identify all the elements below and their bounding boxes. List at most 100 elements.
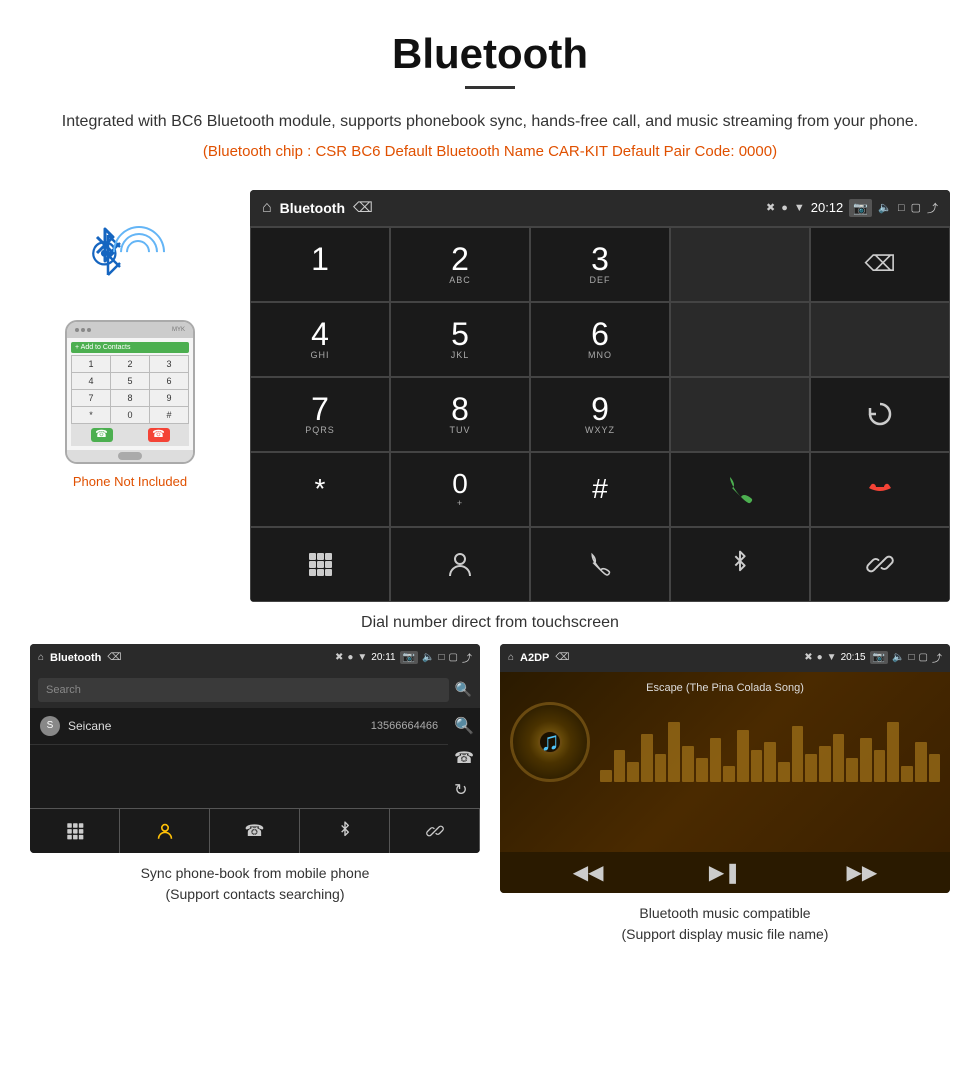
- phone-carrier: MYK: [172, 327, 185, 333]
- prev-track-button[interactable]: ◀◀: [573, 860, 604, 885]
- bottom-icon-link[interactable]: [810, 527, 950, 602]
- music-main-area: ♫: [510, 702, 940, 782]
- empty-1: [670, 227, 810, 302]
- redial-icon: [864, 398, 896, 430]
- phone-side-icon[interactable]: ☎: [454, 748, 474, 768]
- key-end-call[interactable]: [810, 452, 950, 527]
- eq-bar: [764, 742, 776, 782]
- search-side-icon[interactable]: 🔍: [454, 716, 474, 736]
- dot-2: [81, 328, 85, 332]
- music-status-bar: ⌂ A2DP ⌫ ✖ ● ▼ 20:15 📷 🔈 □ ▢ ⤴: [500, 644, 950, 672]
- contacts-bottom-bar: ☎: [30, 808, 480, 853]
- contacts-status-right: ✖ ● ▼ 20:11 📷 🔈 □ ▢ ⤴: [335, 650, 472, 665]
- key-backspace[interactable]: ⌫: [810, 227, 950, 302]
- sub-4: GHI: [310, 350, 329, 360]
- phone-icon: [586, 550, 614, 578]
- home-icon[interactable]: ⌂: [262, 199, 272, 217]
- search-placeholder: Search: [46, 684, 81, 696]
- music-caption-line2: (Support display music file name): [622, 924, 829, 945]
- bottom-icon-contacts[interactable]: [390, 527, 530, 602]
- mini-chain-icon: [426, 822, 444, 840]
- bottom-icon-dialpad[interactable]: [250, 527, 390, 602]
- contact-row-seicane[interactable]: S Seicane 13566664466: [30, 708, 448, 745]
- digit-3: 3: [591, 243, 609, 275]
- mini-link-icon[interactable]: [390, 809, 480, 853]
- digit-9: 9: [591, 393, 609, 425]
- mini-contacts-icon: [156, 822, 174, 840]
- phone-key-4: 4: [72, 373, 110, 389]
- key-5[interactable]: 5 JKL: [390, 302, 530, 377]
- music-home-icon: ⌂: [508, 652, 514, 663]
- car-status-bar: ⌂ Bluetooth ⌫ ✖ ● ▼ 20:12 📷 🔈 □ ▢ ⤴: [250, 190, 950, 226]
- key-1[interactable]: 1 -: [250, 227, 390, 302]
- key-hash[interactable]: #: [530, 452, 670, 527]
- contacts-caption: Sync phone-book from mobile phone (Suppo…: [141, 863, 370, 905]
- eq-bar: [792, 726, 804, 782]
- phone-contacts-bar: + Add to Contacts: [71, 342, 189, 353]
- song-title: Escape (The Pina Colada Song): [646, 682, 804, 694]
- car-status-left: ⌂ Bluetooth ⌫: [262, 199, 373, 217]
- eq-bar: [627, 762, 639, 782]
- sub-8: TUV: [450, 425, 471, 435]
- play-pause-button[interactable]: ▶❚: [709, 860, 741, 885]
- eq-bar: [751, 750, 763, 782]
- contact-name: Seicane: [68, 719, 371, 733]
- key-call[interactable]: [670, 452, 810, 527]
- digit-0: 0: [452, 470, 468, 498]
- mini-bt-bottom-icon[interactable]: [300, 809, 390, 853]
- eq-bar: [929, 754, 941, 782]
- sub-6: MNO: [588, 350, 612, 360]
- car-status-right: ✖ ● ▼ 20:12 📷 🔈 □ ▢ ⤴: [766, 199, 938, 217]
- digit-4: 4: [311, 318, 329, 350]
- contact-number: 13566664466: [371, 720, 438, 732]
- specs-text: (Bluetooth chip : CSR BC6 Default Blueto…: [60, 143, 920, 160]
- search-input-fake[interactable]: Search: [38, 678, 449, 702]
- music-vol-icon: 🔈: [892, 652, 904, 663]
- music-caption: Bluetooth music compatible (Support disp…: [622, 903, 829, 945]
- digit-2: 2: [451, 243, 469, 275]
- music-status-right: ✖ ● ▼ 20:15 📷 🔈 □ ▢ ⤴: [804, 650, 942, 665]
- eq-bar: [655, 754, 667, 782]
- eq-bar: [614, 750, 626, 782]
- key-0[interactable]: 0 +: [390, 452, 530, 527]
- mini-apps-icon[interactable]: [30, 809, 120, 853]
- key-4[interactable]: 4 GHI: [250, 302, 390, 377]
- refresh-side-icon[interactable]: ↻: [454, 780, 474, 800]
- page-title: Bluetooth: [60, 30, 920, 78]
- music-bt-icon: ♫: [540, 726, 560, 757]
- contacts-screenshot: ⌂ Bluetooth ⌫ ✖ ● ▼ 20:11 📷 🔈 □ ▢ ⤴: [30, 644, 480, 945]
- mini-phone-icon[interactable]: ☎: [210, 809, 300, 853]
- eq-bar: [805, 754, 817, 782]
- sub-5: JKL: [451, 350, 470, 360]
- album-art: ♫: [510, 702, 590, 782]
- eq-bar: [696, 758, 708, 782]
- eq-bar: [874, 750, 886, 782]
- key-8[interactable]: 8 TUV: [390, 377, 530, 452]
- phone-key-0: 0: [111, 407, 149, 423]
- phone-key-2: 2: [111, 356, 149, 372]
- title-divider: [465, 86, 515, 89]
- next-track-button[interactable]: ▶▶: [847, 860, 878, 885]
- key-9[interactable]: 9 WXYZ: [530, 377, 670, 452]
- key-3[interactable]: 3 DEF: [530, 227, 670, 302]
- phone-home-button: [118, 452, 142, 460]
- key-7[interactable]: 7 PQRS: [250, 377, 390, 452]
- usb-icon: ⌫: [353, 199, 373, 216]
- key-2[interactable]: 2 ABC: [390, 227, 530, 302]
- key-6[interactable]: 6 MNO: [530, 302, 670, 377]
- bottom-icon-bluetooth[interactable]: [670, 527, 810, 602]
- key-star[interactable]: *: [250, 452, 390, 527]
- mini-person-icon[interactable]: [120, 809, 210, 853]
- link-icon: [866, 550, 894, 578]
- music-caption-line1: Bluetooth music compatible: [622, 903, 829, 924]
- music-screenshot: ⌂ A2DP ⌫ ✖ ● ▼ 20:15 📷 🔈 □ ▢ ⤴: [500, 644, 950, 945]
- search-icon[interactable]: 🔍: [455, 681, 472, 698]
- digit-6: 6: [591, 318, 609, 350]
- eq-bar: [641, 734, 653, 782]
- time-display: 20:12: [811, 200, 844, 215]
- bottom-icon-phone[interactable]: [530, 527, 670, 602]
- eq-bar: [887, 722, 899, 782]
- location-icon: ●: [781, 202, 788, 214]
- bottom-screenshots: ⌂ Bluetooth ⌫ ✖ ● ▼ 20:11 📷 🔈 □ ▢ ⤴: [0, 644, 980, 965]
- key-redial[interactable]: [810, 377, 950, 452]
